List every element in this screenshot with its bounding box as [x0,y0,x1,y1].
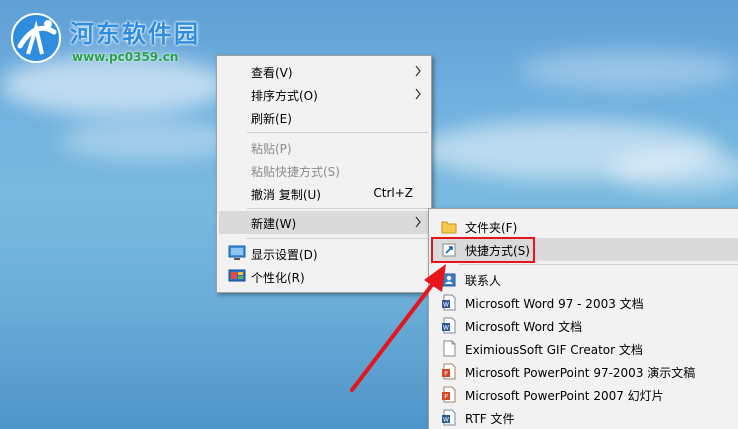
submenu-item-word97-label: Microsoft Word 97 - 2003 文档 [465,297,644,311]
chevron-right-icon [415,65,421,77]
svg-text:P: P [444,371,448,378]
submenu-item-ppt97[interactable]: P Microsoft PowerPoint 97-2003 演示文稿 [431,360,738,383]
word-doc-icon: W [442,317,456,334]
submenu-item-ppt97-label: Microsoft PowerPoint 97-2003 演示文稿 [465,366,696,380]
folder-icon [441,221,457,234]
menu-separator [247,208,429,209]
chevron-right-icon [415,88,421,100]
chevron-right-icon [415,216,421,228]
desktop-context-menu: 查看(V) 排序方式(O) 刷新(E) 粘贴(P) 粘贴快捷方式(S) 撤消 复… [216,55,432,293]
submenu-item-rtf[interactable]: W RTF 文件 [431,406,738,429]
svg-text:W: W [443,302,449,309]
menu-separator [459,264,738,265]
watermark-title: 河东软件园 [70,19,200,48]
menu-item-view[interactable]: 查看(V) [219,60,429,83]
submenu-item-contact-label: 联系人 [465,274,502,288]
menu-item-display-label: 显示设置(D) [251,248,318,262]
site-watermark: 河东软件园 www.pc0359.cn [8,8,228,68]
submenu-item-word[interactable]: W Microsoft Word 文档 [431,314,738,337]
svg-text:W: W [443,417,449,424]
submenu-item-contact[interactable]: 联系人 [431,268,738,291]
undo-shortcut-key: Ctrl+Z [373,186,413,200]
submenu-item-gif-creator-label: EximiousSoft GIF Creator 文档 [465,343,643,357]
menu-item-personalize[interactable]: 个性化(R) [219,265,429,288]
menu-item-paste-shortcut[interactable]: 粘贴快捷方式(S) [219,159,429,182]
personalize-icon [228,269,246,282]
watermark-url: www.pc0359.cn [72,50,179,64]
word-doc-icon: W [442,409,456,426]
submenu-item-word-label: Microsoft Word 文档 [465,320,583,334]
watermark-logo-icon [11,13,61,63]
menu-item-refresh-label: 刷新(E) [251,112,292,126]
menu-item-refresh[interactable]: 刷新(E) [219,106,429,129]
menu-item-undo-copy[interactable]: 撤消 复制(U) Ctrl+Z [219,182,429,205]
svg-text:W: W [443,325,449,332]
menu-item-new-label: 新建(W) [251,217,297,231]
powerpoint-icon: P [442,386,456,403]
submenu-item-word97[interactable]: W Microsoft Word 97 - 2003 文档 [431,291,738,314]
submenu-item-ppt2007-label: Microsoft PowerPoint 2007 幻灯片 [465,389,664,403]
new-submenu: 文件夹(F) 快捷方式(S) 联系人 W Microsoft Word 97 -… [428,208,738,429]
submenu-item-folder-label: 文件夹(F) [465,221,518,235]
monitor-icon [228,245,246,260]
svg-text:P: P [444,394,448,401]
word-doc-icon: W [442,294,456,311]
contact-icon [442,273,456,287]
menu-separator [247,132,429,133]
menu-item-paste-shortcut-label: 粘贴快捷方式(S) [251,165,340,179]
submenu-item-rtf-label: RTF 文件 [465,412,515,426]
menu-item-undo-label: 撤消 复制(U) [251,188,321,202]
menu-item-new[interactable]: 新建(W) [219,211,429,234]
menu-item-sort[interactable]: 排序方式(O) [219,83,429,106]
menu-item-paste-label: 粘贴(P) [251,142,292,156]
powerpoint-icon: P [442,363,456,380]
menu-item-paste[interactable]: 粘贴(P) [219,136,429,159]
menu-item-sort-label: 排序方式(O) [251,89,318,103]
menu-item-personalize-label: 个性化(R) [251,271,305,285]
menu-item-view-label: 查看(V) [251,66,293,80]
submenu-item-ppt2007[interactable]: P Microsoft PowerPoint 2007 幻灯片 [431,383,738,406]
submenu-item-gif-creator[interactable]: EximiousSoft GIF Creator 文档 [431,337,738,360]
submenu-item-folder[interactable]: 文件夹(F) [431,215,738,238]
menu-item-display-settings[interactable]: 显示设置(D) [219,242,429,265]
blank-file-icon [443,340,456,357]
annotation-highlight-box [431,237,535,263]
menu-separator [247,238,429,239]
